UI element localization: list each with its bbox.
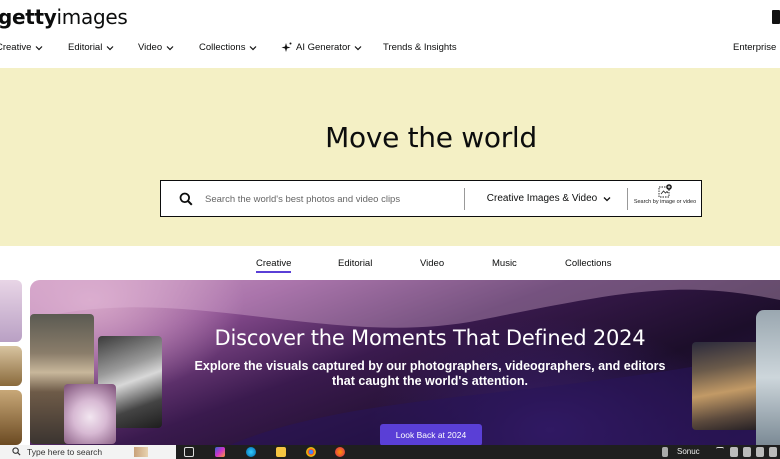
task-view-icon[interactable] xyxy=(184,447,194,457)
tab-creative[interactable]: Creative xyxy=(256,258,292,273)
search-by-image-label: Search by image or video xyxy=(633,199,697,205)
nav-item-enterprise[interactable]: Enterprise xyxy=(733,42,780,53)
chevron-down-icon xyxy=(249,44,257,52)
chevron-down-icon xyxy=(166,44,174,52)
file-explorer-icon[interactable] xyxy=(276,447,286,457)
search-bar: Creative Images & Video Search by image … xyxy=(160,180,702,217)
search-divider xyxy=(627,188,628,210)
promo-banner: Discover the Moments That Defined 2024 E… xyxy=(30,280,780,445)
nav-item-editorial[interactable]: Editorial xyxy=(68,42,114,53)
tray-weather-text: Sonuc xyxy=(677,447,700,456)
getty-images-logo[interactable]: gettyimages xyxy=(0,5,128,29)
site-header: gettyimages Creative Editorial Video Col… xyxy=(0,0,780,68)
windows-taskbar: Type here to search Sonuc xyxy=(0,445,780,459)
carousel-card-image xyxy=(0,390,22,445)
chevron-down-icon xyxy=(354,44,362,52)
carousel-card-image xyxy=(0,280,22,342)
network-icon[interactable] xyxy=(730,447,738,457)
sparkle-icon xyxy=(281,42,292,53)
image-search-icon xyxy=(658,184,672,198)
previous-carousel-card[interactable] xyxy=(0,280,22,445)
account-icon[interactable] xyxy=(772,10,780,24)
nav-item-collections[interactable]: Collections xyxy=(199,42,257,53)
content-tabs: Creative Editorial Video Music Collectio… xyxy=(0,246,780,280)
chevron-down-icon xyxy=(106,44,114,52)
search-highlight-icon xyxy=(134,447,148,457)
nav-item-creative[interactable]: Creative xyxy=(0,42,43,53)
look-back-button[interactable]: Look Back at 2024 xyxy=(380,424,482,445)
nav-item-ai-generator[interactable]: AI Generator xyxy=(281,42,362,53)
weather-icon[interactable] xyxy=(662,447,668,457)
banner-subtitle: Explore the visuals captured by our phot… xyxy=(194,359,666,388)
chevron-down-icon xyxy=(603,195,611,203)
search-divider xyxy=(464,188,465,210)
copilot-icon[interactable] xyxy=(215,447,225,457)
tab-collections[interactable]: Collections xyxy=(565,258,611,269)
firefox-icon[interactable] xyxy=(335,447,345,457)
tab-video[interactable]: Video xyxy=(420,258,444,269)
search-by-image-button[interactable]: Search by image or video xyxy=(629,184,701,214)
tab-editorial[interactable]: Editorial xyxy=(338,258,372,269)
banner-title: Discover the Moments That Defined 2024 xyxy=(214,326,646,350)
hero-section: Move the world Creative Images & Video S… xyxy=(0,68,780,246)
chevron-down-icon xyxy=(35,44,43,52)
nav-item-video[interactable]: Video xyxy=(138,42,174,53)
main-nav: Creative Editorial Video Collections AI … xyxy=(0,42,780,62)
chevron-up-icon[interactable] xyxy=(716,447,724,457)
banner-photo-feathers xyxy=(64,384,116,444)
media-type-select[interactable]: Creative Images & Video xyxy=(479,181,619,216)
media-type-label: Creative Images & Video xyxy=(486,193,598,204)
volume-icon[interactable] xyxy=(756,447,764,457)
nav-item-trends-insights[interactable]: Trends & Insights xyxy=(383,42,457,53)
language-icon[interactable] xyxy=(769,447,777,457)
taskbar-search[interactable]: Type here to search xyxy=(0,445,176,459)
hero-title: Move the world xyxy=(325,121,537,154)
battery-icon[interactable] xyxy=(743,447,751,457)
carousel-card-image xyxy=(0,346,22,386)
search-icon xyxy=(12,446,21,458)
search-input[interactable] xyxy=(205,189,460,209)
tab-music[interactable]: Music xyxy=(492,258,517,269)
edge-icon[interactable] xyxy=(246,447,256,457)
taskbar-search-placeholder: Type here to search xyxy=(27,447,103,457)
chrome-icon[interactable] xyxy=(306,447,316,457)
search-icon[interactable] xyxy=(179,192,193,206)
